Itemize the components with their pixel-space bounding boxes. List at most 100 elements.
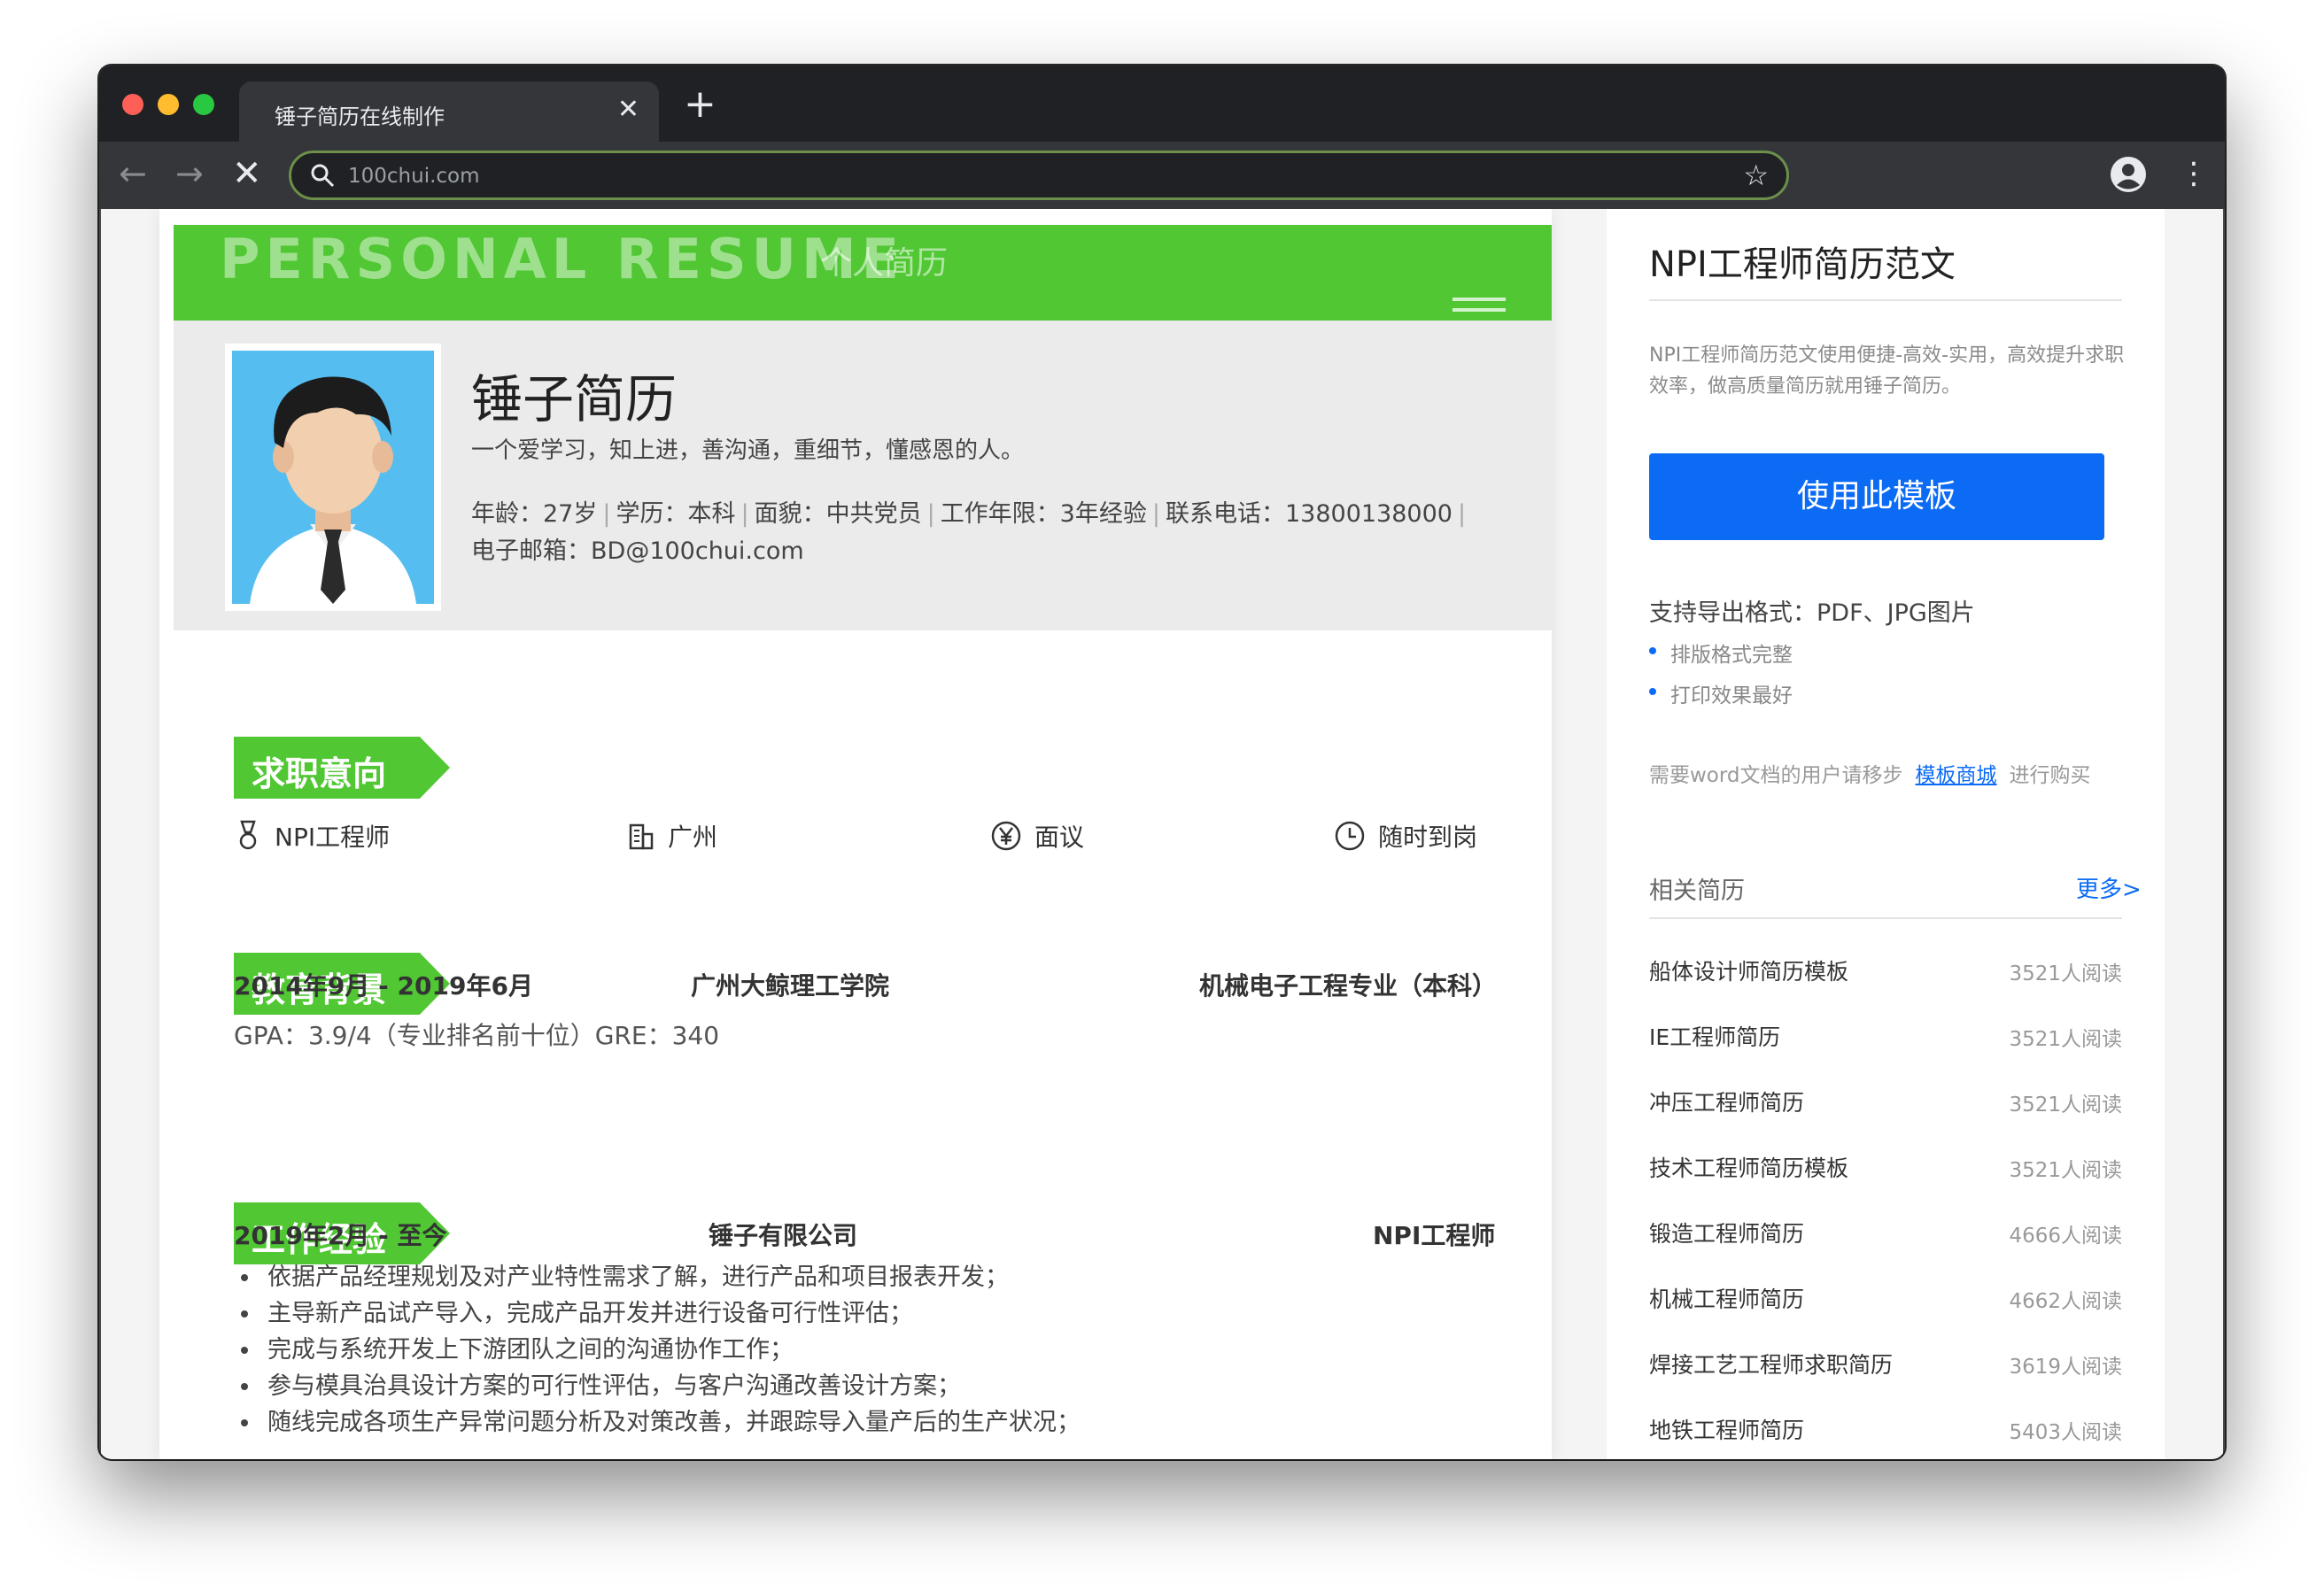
related-item[interactable]: 机械工程师简历 4662人阅读 — [1649, 1282, 2122, 1318]
related-title: 相关简历 — [1649, 877, 1745, 905]
divider — [1649, 299, 2122, 301]
forward-arrow-icon[interactable]: → — [175, 154, 204, 193]
word-suffix: 进行购买 — [2009, 764, 2091, 787]
related-count: 3521人阅读 — [2009, 962, 2122, 985]
intent-salary: 面议 — [990, 818, 1084, 854]
maximize-window-button[interactable] — [193, 94, 214, 115]
browser-window: 锤子简历在线制作 ✕ + ← → ✕ 100chui.com ☆ ⋮ PERSO… — [99, 66, 2225, 1459]
work-bullet: 随线完成各项生产异常问题分析及对策改善，并跟踪导入量产后的生产状况； — [234, 1404, 1527, 1441]
use-template-button[interactable]: 使用此模板 — [1649, 453, 2104, 540]
intent-availability-text: 随时到岗 — [1378, 823, 1478, 852]
address-bar[interactable]: 100chui.com ☆ — [289, 151, 1789, 200]
banner-subtitle: 个人简历 — [820, 245, 949, 282]
new-tab-button[interactable]: + — [684, 83, 717, 126]
yen-icon — [991, 821, 1021, 851]
related-name[interactable]: 船体设计师简历模板 — [1649, 954, 1848, 986]
info-separator: | — [1457, 500, 1467, 528]
intent-city: 广州 — [627, 818, 717, 854]
related-item[interactable]: 船体设计师简历模板 3521人阅读 — [1649, 954, 2122, 990]
template-store-link[interactable]: 模板商城 — [1916, 764, 1997, 787]
work-bullets: 依据产品经理规划及对产业特性需求了解，进行产品和项目报表开发； 主导新产品试产导… — [234, 1259, 1527, 1441]
related-item[interactable]: 技术工程师简历模板 3521人阅读 — [1649, 1151, 2122, 1186]
browser-toolbar: ← → ✕ 100chui.com ☆ ⋮ — [99, 142, 2225, 209]
info-line: 年龄：27岁 | 学历：本科 | 面貌：中共党员 | 工作年限：3年经验 | 联系电话：1380… — [471, 494, 1471, 529]
work-company: 锤子有限公司 — [709, 1221, 858, 1250]
related-name[interactable]: 冲压工程师简历 — [1649, 1086, 1804, 1117]
account-icon[interactable] — [2110, 156, 2147, 193]
word-notice: 需要word文档的用户请移步 模板商城 进行购买 — [1649, 758, 2091, 788]
related-item[interactable]: 焊接工艺工程师求职简历 3619人阅读 — [1649, 1348, 2122, 1383]
education-gpa: GPA：3.9/4（专业排名前十位）GRE：340 — [234, 1021, 720, 1050]
education-major: 机械电子工程专业（本科） — [1199, 971, 1498, 1001]
education-period: 2014年9月 - 2019年6月 — [234, 971, 533, 1001]
feature-item: 排版格式完整 — [1649, 638, 1793, 668]
export-formats: 支持导出格式：PDF、JPG图片 — [1649, 599, 1975, 627]
info-education: 学历：本科 — [616, 500, 736, 528]
url-text[interactable]: 100chui.com — [348, 165, 480, 188]
info-email: 电子邮箱：BD@100chui.com — [471, 537, 804, 565]
info-politics: 面貌：中共党员 — [754, 500, 922, 528]
related-count: 3521人阅读 — [2009, 1094, 2122, 1117]
resume-document: PERSONAL RESUME 个人简历 锤子简历 一个爱学习，知上进，善沟通，… — [159, 209, 1552, 1459]
related-item[interactable]: 地铁工程师简历 5403人阅读 — [1649, 1413, 2122, 1449]
tab-bar: 锤子简历在线制作 ✕ + — [99, 66, 2225, 142]
work-bullet: 完成与系统开发上下游团队之间的沟通协作工作； — [234, 1332, 1527, 1368]
search-icon — [311, 164, 335, 188]
word-prefix: 需要word文档的用户请移步 — [1649, 764, 1903, 787]
more-link[interactable]: 更多> — [2076, 871, 2142, 904]
work-bullet: 参与模具治具设计方案的可行性评估，与客户沟通改善设计方案； — [234, 1368, 1527, 1404]
page-viewport: PERSONAL RESUME 个人简历 锤子简历 一个爱学习，知上进，善沟通，… — [101, 209, 2223, 1459]
related-item[interactable]: IE工程师简历 3521人阅读 — [1649, 1020, 2122, 1055]
bookmark-star-icon[interactable]: ☆ — [1743, 158, 1769, 192]
intent-position-text: NPI工程师 — [275, 823, 391, 852]
related-count: 4666人阅读 — [2009, 1225, 2122, 1248]
minimize-window-button[interactable] — [158, 94, 179, 115]
stop-loading-icon[interactable]: ✕ — [232, 154, 262, 193]
related-count: 5403人阅读 — [2009, 1421, 2122, 1444]
feature-item: 打印效果最好 — [1649, 678, 1793, 708]
related-name[interactable]: 技术工程师简历模板 — [1649, 1151, 1848, 1183]
profile-block: 锤子简历 一个爱学习，知上进，善沟通，重细节，懂感恩的人。 年龄：27岁 | 学历：… — [174, 321, 1552, 630]
info-separator: | — [602, 500, 611, 528]
related-count: 4662人阅读 — [2009, 1290, 2122, 1313]
related-item[interactable]: 冲压工程师简历 3521人阅读 — [1649, 1086, 2122, 1121]
building-icon — [629, 823, 654, 850]
back-arrow-icon[interactable]: ← — [119, 154, 147, 193]
resume-name: 锤子简历 — [471, 369, 678, 429]
related-count: 3521人阅读 — [2009, 1159, 2122, 1182]
sidebar-description: NPI工程师简历范文使用便捷-高效-实用，高效提升求职效率，做高质量简历就用锤子… — [1649, 344, 2125, 398]
education-school: 广州大鲸理工学院 — [691, 971, 890, 1001]
tab-title: 锤子简历在线制作 — [275, 104, 445, 129]
related-count: 3619人阅读 — [2009, 1356, 2122, 1379]
medal-icon — [239, 820, 257, 850]
sidebar-title: NPI工程师简历范文 — [1649, 244, 1956, 285]
close-window-button[interactable] — [122, 94, 143, 115]
work-title: NPI工程师 — [1373, 1221, 1496, 1250]
resume-motto: 一个爱学习，知上进，善沟通，重细节，懂感恩的人。 — [471, 437, 1025, 464]
template-sidebar: NPI工程师简历范文 NPI工程师简历范文使用便捷-高效-实用，高效提升求职效率… — [1607, 209, 2165, 1459]
related-name[interactable]: 锻造工程师简历 — [1649, 1217, 1804, 1248]
info-separator: | — [1151, 500, 1160, 528]
resume-banner: PERSONAL RESUME 个人简历 — [174, 225, 1552, 321]
section-title: 求职意向 — [252, 754, 387, 793]
related-name[interactable]: IE工程师简历 — [1649, 1020, 1780, 1052]
tab-close-icon[interactable]: ✕ — [617, 94, 639, 126]
related-name[interactable]: 机械工程师简历 — [1649, 1282, 1804, 1314]
clock-icon — [1335, 821, 1365, 851]
related-count: 3521人阅读 — [2009, 1028, 2122, 1051]
related-name[interactable]: 地铁工程师简历 — [1649, 1413, 1804, 1445]
section-tag-intent: 求职意向 — [234, 737, 450, 799]
info-separator: | — [740, 500, 749, 528]
intent-salary-text: 面议 — [1034, 823, 1085, 852]
browser-tab[interactable]: 锤子简历在线制作 ✕ — [239, 81, 659, 142]
related-name[interactable]: 焊接工艺工程师求职简历 — [1649, 1348, 1893, 1379]
banner-title: PERSONAL RESUME — [220, 227, 904, 291]
info-separator: | — [926, 500, 935, 528]
avatar — [225, 344, 441, 611]
intent-availability: 随时到岗 — [1334, 818, 1477, 854]
browser-menu-icon[interactable]: ⋮ — [2179, 154, 2209, 193]
related-item[interactable]: 锻造工程师简历 4666人阅读 — [1649, 1217, 2122, 1252]
intent-position: NPI工程师 — [234, 818, 390, 854]
divider — [1649, 917, 2122, 919]
work-bullet: 依据产品经理规划及对产业特性需求了解，进行产品和项目报表开发； — [234, 1259, 1527, 1295]
